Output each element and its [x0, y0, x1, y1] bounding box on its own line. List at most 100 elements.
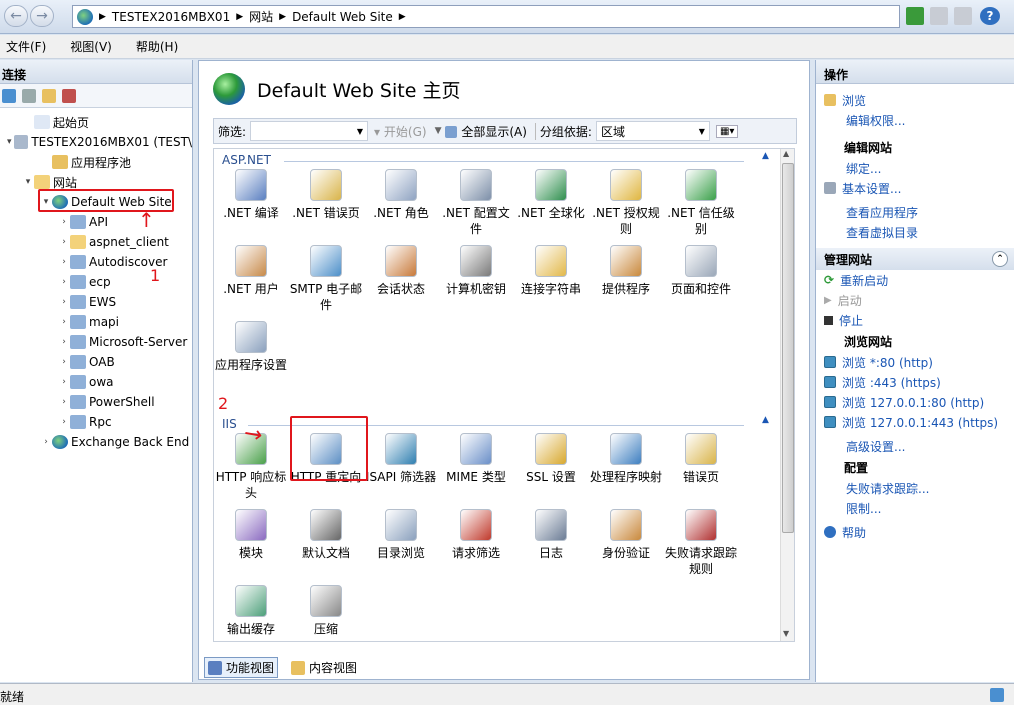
feature-tile[interactable]: 日志: [514, 509, 588, 561]
stop-action[interactable]: 停止: [816, 310, 1014, 330]
expander-icon[interactable]: ›: [58, 217, 70, 227]
start-filter-button[interactable]: ▾ 开始(G): [374, 123, 427, 140]
expander-icon[interactable]: ›: [58, 417, 70, 427]
feature-tile[interactable]: .NET 授权规则: [589, 169, 663, 237]
feature-tile[interactable]: .NET 全球化: [514, 169, 588, 221]
back-button[interactable]: ←: [4, 5, 28, 27]
expander-icon[interactable]: ›: [58, 317, 70, 327]
feature-tile[interactable]: 页面和控件: [664, 245, 738, 297]
collapse-icon[interactable]: ⌃: [992, 251, 1008, 267]
expander-icon[interactable]: ›: [40, 437, 52, 447]
browse-link[interactable]: 浏览 127.0.0.1:80 (http): [816, 392, 1014, 412]
open-folder-icon[interactable]: [42, 88, 56, 103]
feature-tile[interactable]: 处理程序映射: [589, 433, 663, 485]
tree-item[interactable]: 应用程序池: [0, 152, 192, 172]
stop-icon[interactable]: [930, 7, 948, 25]
browse-link[interactable]: 浏览 *:80 (http): [816, 352, 1014, 372]
tree-item[interactable]: › Rpc: [0, 412, 192, 432]
feature-tile[interactable]: 应用程序设置: [214, 321, 288, 373]
menu-view[interactable]: 视图(V): [70, 38, 112, 55]
breadcrumb-sites[interactable]: 网站: [249, 8, 273, 25]
feature-tile[interactable]: 错误页: [664, 433, 738, 485]
feature-tile[interactable]: .NET 配置文件: [439, 169, 513, 237]
vertical-scrollbar[interactable]: ▲ ▼: [780, 149, 794, 641]
feature-tile[interactable]: SSL 设置: [514, 433, 588, 485]
tree-item[interactable]: › aspnet_client: [0, 232, 192, 252]
feature-tile[interactable]: 压缩: [289, 585, 363, 637]
show-all-button[interactable]: 全部显示(A): [445, 123, 527, 140]
tree-item[interactable]: › mapi: [0, 312, 192, 332]
expander-icon[interactable]: ▾: [22, 177, 34, 187]
feature-tile[interactable]: 计算机密钥: [439, 245, 513, 297]
browse-link[interactable]: 浏览 127.0.0.1:443 (https): [816, 412, 1014, 432]
breadcrumb-server[interactable]: TESTEX2016MBX01: [112, 10, 230, 24]
expander-icon[interactable]: ›: [58, 257, 70, 267]
menu-file[interactable]: 文件(F): [6, 38, 46, 55]
breadcrumb-site[interactable]: Default Web Site: [292, 10, 393, 24]
view-virtual-dirs-action[interactable]: 查看虚拟目录: [816, 222, 1014, 242]
scroll-up-icon[interactable]: ▲: [783, 149, 789, 158]
address-bar[interactable]: ▶ TESTEX2016MBX01 ▶ 网站 ▶ Default Web Sit…: [72, 5, 900, 28]
feature-tile[interactable]: MIME 类型: [439, 433, 513, 485]
feature-tile[interactable]: .NET 编译: [214, 169, 288, 221]
tree-item[interactable]: › Microsoft-Server: [0, 332, 192, 352]
connect-icon[interactable]: [2, 88, 16, 103]
tree-item[interactable]: › owa: [0, 372, 192, 392]
disconnect-icon[interactable]: [62, 88, 76, 103]
home-icon[interactable]: [954, 7, 972, 25]
expander-icon[interactable]: ›: [58, 397, 70, 407]
forward-button[interactable]: →: [30, 5, 54, 27]
feature-tile[interactable]: SMTP 电子邮件: [289, 245, 363, 313]
feature-tile[interactable]: 连接字符串: [514, 245, 588, 297]
feature-tile[interactable]: ISAPI 筛选器: [364, 433, 438, 485]
expander-icon[interactable]: ›: [58, 377, 70, 387]
advanced-settings-action[interactable]: 高级设置...: [816, 436, 1014, 456]
restart-action[interactable]: ⟳ 重新启动: [816, 270, 1014, 290]
content-view-tab[interactable]: 内容视图: [288, 657, 360, 678]
feature-tile[interactable]: 失败请求跟踪规则: [664, 509, 738, 577]
collapse-group-icon[interactable]: ▲: [762, 151, 769, 161]
tree-item[interactable]: › Autodiscover: [0, 252, 192, 272]
view-applications-action[interactable]: 查看应用程序: [816, 202, 1014, 222]
start-action[interactable]: ▶ 启动: [816, 290, 1014, 310]
tree-item[interactable]: › EWS: [0, 292, 192, 312]
feature-tile[interactable]: .NET 错误页: [289, 169, 363, 221]
feature-tile[interactable]: 输出缓存: [214, 585, 288, 637]
bindings-action[interactable]: 绑定...: [816, 158, 1014, 178]
scroll-down-icon[interactable]: ▼: [783, 629, 789, 638]
tree-item[interactable]: › OAB: [0, 352, 192, 372]
feature-tile[interactable]: .NET 角色: [364, 169, 438, 221]
menu-help[interactable]: 帮助(H): [136, 38, 178, 55]
tree-item[interactable]: › API: [0, 212, 192, 232]
tree-item[interactable]: 起始页: [0, 112, 192, 132]
explore-action[interactable]: 浏览: [816, 90, 1014, 110]
expander-icon[interactable]: ›: [58, 297, 70, 307]
expander-icon[interactable]: ›: [58, 357, 70, 367]
feature-tile[interactable]: 默认文档: [289, 509, 363, 561]
tree-item[interactable]: › ecp: [0, 272, 192, 292]
feature-tile[interactable]: 会话状态: [364, 245, 438, 297]
feature-tile[interactable]: 身份验证: [589, 509, 663, 561]
feature-tile[interactable]: .NET 用户: [214, 245, 288, 297]
feature-tile[interactable]: 模块: [214, 509, 288, 561]
group-header-aspnet[interactable]: ASP.NET: [222, 153, 271, 167]
feature-tile[interactable]: 提供程序: [589, 245, 663, 297]
limits-action[interactable]: 限制...: [816, 498, 1014, 518]
edit-permissions-action[interactable]: 编辑权限...: [816, 110, 1014, 130]
features-view-tab[interactable]: 功能视图: [204, 657, 279, 678]
tree-item[interactable]: ▾ TESTEX2016MBX01 (TEST\: [0, 132, 192, 152]
expander-icon[interactable]: ›: [58, 237, 70, 247]
expander-icon[interactable]: ▾: [4, 137, 14, 147]
filter-input[interactable]: ▼: [250, 121, 369, 141]
help-action[interactable]: 帮助: [816, 522, 1014, 542]
help-icon[interactable]: ?: [980, 7, 1000, 25]
tree-item[interactable]: › PowerShell: [0, 392, 192, 412]
expander-icon[interactable]: ›: [58, 277, 70, 287]
browse-link[interactable]: 浏览 :443 (https): [816, 372, 1014, 392]
failed-request-tracing-action[interactable]: 失败请求跟踪...: [816, 478, 1014, 498]
feature-tile[interactable]: .NET 信任级别: [664, 169, 738, 237]
expander-icon[interactable]: ›: [58, 337, 70, 347]
feature-tile[interactable]: 请求筛选: [439, 509, 513, 561]
basic-settings-action[interactable]: 基本设置...: [816, 178, 1014, 198]
save-icon[interactable]: [22, 88, 36, 103]
